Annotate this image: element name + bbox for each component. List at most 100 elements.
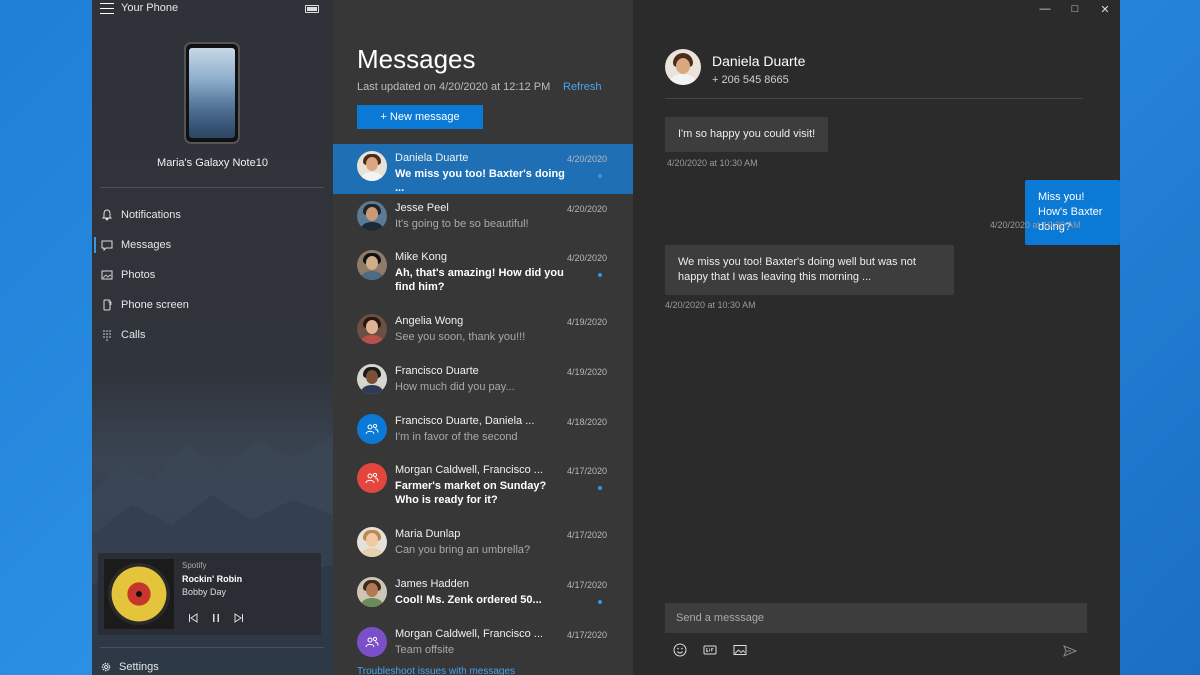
conversation-name: Angelia Wong <box>395 315 464 328</box>
conversation-date: 4/17/2020 <box>566 629 607 640</box>
contact-avatar <box>665 49 701 85</box>
conversation-date: 4/18/2020 <box>566 416 607 427</box>
contact-phone: + 206 545 8665 <box>712 74 789 86</box>
conversation-name: Francisco Duarte <box>395 365 479 378</box>
last-updated-text: Last updated on 4/20/2020 at 12:12 PM <box>357 81 551 93</box>
nav-item-photos[interactable]: Photos <box>92 260 333 290</box>
refresh-link[interactable]: Refresh <box>563 81 602 93</box>
conversation-item[interactable]: Mike Kong 4/20/2020 Ah, that's amazing! … <box>333 243 633 307</box>
message-icon <box>101 240 113 251</box>
pause-icon[interactable] <box>211 610 221 622</box>
conversation-item[interactable]: Morgan Caldwell, Francisco ... 4/17/2020… <box>333 456 633 520</box>
conversation-date: 4/20/2020 <box>566 154 607 164</box>
send-icon[interactable] <box>1063 644 1077 658</box>
conversation-preview: See you soon, thank you!!! <box>395 331 526 344</box>
nav-item-label: Notifications <box>121 209 181 221</box>
window-controls: — □ ✕ <box>1030 0 1120 18</box>
conversation-name: Daniela Duarte <box>395 152 469 164</box>
nav-item-calls[interactable]: Calls <box>92 320 333 350</box>
group-icon <box>365 423 379 434</box>
conversation-item[interactable]: Angelia Wong 4/19/2020 See you soon, tha… <box>333 307 633 357</box>
nav-divider <box>100 187 324 188</box>
hamburger-menu-icon[interactable] <box>100 3 114 14</box>
contact-name: Daniela Duarte <box>712 53 806 69</box>
device-name: Maria's Galaxy Note10 <box>157 157 268 169</box>
next-track-icon[interactable] <box>234 610 244 623</box>
conversation-date: 4/19/2020 <box>566 367 607 378</box>
close-icon[interactable]: ✕ <box>1090 0 1120 18</box>
avatar <box>357 527 387 558</box>
conversation-item[interactable]: James Hadden 4/17/2020 Cool! Ms. Zenk or… <box>333 570 633 620</box>
conversation-name: Jesse Peel <box>395 201 449 214</box>
nav-item-label: Photos <box>121 269 156 281</box>
conversation-pane: — □ ✕ Daniela Duarte + 206 545 8665 I'm … <box>633 0 1120 675</box>
unread-indicator <box>598 273 602 278</box>
emoji-icon[interactable] <box>673 643 687 657</box>
conversation-date: 4/20/2020 <box>566 253 607 264</box>
message-timestamp: 4/20/2020 at 10:30 AM <box>667 158 758 168</box>
message-timestamp: 4/20/2020 at 10:30 AM <box>990 220 1081 230</box>
media-track-title: Rockin' Robin <box>182 574 243 584</box>
conversation-date: 4/17/2020 <box>566 580 607 591</box>
gif-icon[interactable] <box>703 643 717 657</box>
conversation-item[interactable]: Maria Dunlap 4/17/2020 Can you bring an … <box>333 520 633 570</box>
conversation-name: Mike Kong <box>395 251 447 264</box>
conversation-item[interactable]: Morgan Caldwell, Francisco ... 4/17/2020… <box>333 620 633 670</box>
group-icon <box>365 636 379 647</box>
conversation-item[interactable]: Daniela Duarte 4/20/2020 We miss you too… <box>333 144 633 194</box>
avatar <box>357 151 387 181</box>
unread-indicator <box>598 600 602 605</box>
troubleshoot-link[interactable]: Troubleshoot issues with messages <box>357 666 515 675</box>
settings-divider <box>100 647 324 648</box>
album-art <box>104 559 174 629</box>
avatar <box>357 577 387 608</box>
conversation-name: James Hadden <box>395 578 469 591</box>
image-icon[interactable] <box>733 643 747 657</box>
conversation-preview: Can you bring an umbrella? <box>395 544 531 557</box>
conversation-name: Maria Dunlap <box>395 528 461 541</box>
avatar <box>357 250 387 281</box>
conversation-name: Morgan Caldwell, Francisco ... <box>395 464 543 477</box>
dialpad-icon <box>103 330 111 341</box>
conversation-date: 4/17/2020 <box>566 466 607 477</box>
media-artist: Bobby Day <box>182 587 227 597</box>
conversation-name: Morgan Caldwell, Francisco ... <box>395 627 543 640</box>
nav-item-settings[interactable]: Settings <box>100 661 159 673</box>
conversation-date: 4/20/2020 <box>566 203 607 214</box>
nav-item-label: Phone screen <box>121 299 189 311</box>
nav-list: Notifications Messages Photos Phone scre… <box>92 200 333 350</box>
conversation-item[interactable]: Francisco Duarte 4/19/2020 How much did … <box>333 357 633 407</box>
photo-icon <box>101 270 113 280</box>
avatar <box>357 314 387 345</box>
bell-icon <box>101 209 113 221</box>
media-app-name: Spotify <box>182 561 207 570</box>
nav-item-messages[interactable]: Messages <box>92 230 333 260</box>
new-message-button[interactable]: + New message <box>357 105 483 129</box>
conversation-preview: I'm in favor of the second <box>395 430 518 443</box>
conversation-date: 4/19/2020 <box>566 317 607 328</box>
maximize-icon[interactable]: □ <box>1060 0 1090 18</box>
gear-icon <box>101 662 111 672</box>
minimize-icon[interactable]: — <box>1030 0 1060 18</box>
avatar <box>357 626 387 657</box>
message-timestamp: 4/20/2020 at 10:30 AM <box>665 300 756 310</box>
conversation-preview: Farmer's market on Sunday? Who is ready … <box>395 480 547 507</box>
nav-item-notifications[interactable]: Notifications <box>92 200 333 230</box>
unread-indicator <box>598 174 602 178</box>
settings-label: Settings <box>119 661 159 673</box>
message-input[interactable] <box>665 603 1087 633</box>
media-controls <box>188 610 244 623</box>
group-icon <box>365 473 379 484</box>
previous-track-icon[interactable] <box>188 610 198 623</box>
battery-icon <box>305 5 319 13</box>
nav-item-label: Messages <box>121 239 172 251</box>
conversation-item[interactable]: Francisco Duarte, Daniela ... 4/18/2020 … <box>333 407 633 457</box>
message-list-pane: Messages Last updated on 4/20/2020 at 12… <box>333 0 633 675</box>
avatar <box>357 463 387 494</box>
phone-screen-icon <box>103 299 112 311</box>
message-bubble-outgoing: Miss you! How's Baxter doing? <box>1025 180 1120 245</box>
conversation-item[interactable]: Jesse Peel 4/20/2020 It's going to be so… <box>333 194 633 244</box>
nav-item-phone-screen[interactable]: Phone screen <box>92 290 333 320</box>
conversation-preview: How much did you pay... <box>395 381 515 394</box>
side-nav: Your Phone Maria's Galaxy Note10 Notific… <box>92 0 333 675</box>
